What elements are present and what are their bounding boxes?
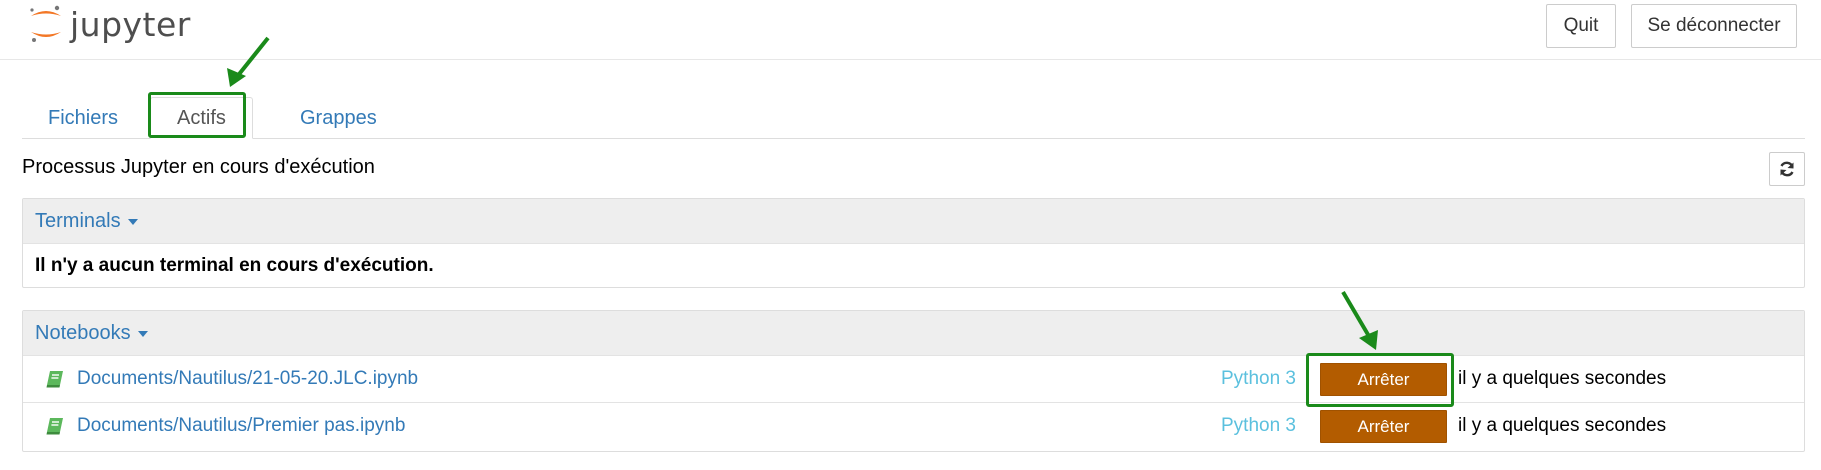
annotation-arrow-stop (1341, 290, 1378, 350)
